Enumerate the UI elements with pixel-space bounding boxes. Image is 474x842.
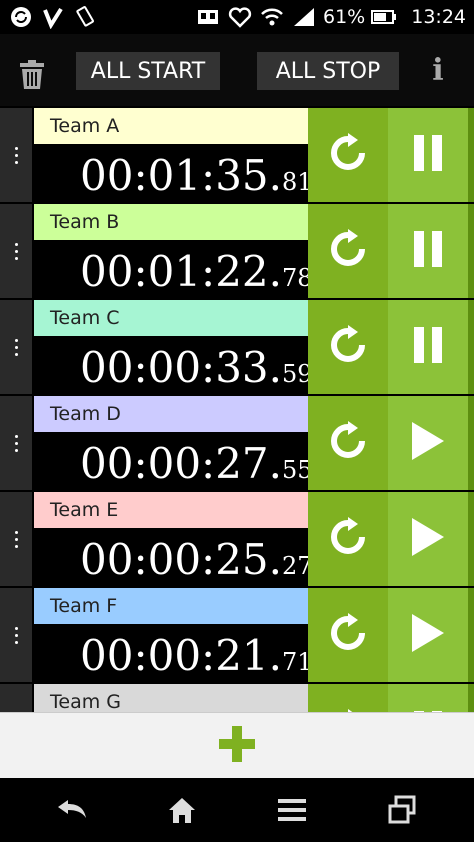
row-edge [468, 588, 474, 682]
play-button[interactable] [388, 588, 468, 682]
row-edge [468, 300, 474, 394]
reset-button[interactable] [308, 684, 388, 712]
add-icon[interactable] [217, 724, 257, 768]
reset-button[interactable] [308, 396, 388, 490]
drag-handle-icon[interactable] [0, 396, 32, 490]
heart-icon [227, 4, 253, 30]
info-icon[interactable]: i [426, 54, 450, 88]
row-edge [468, 108, 474, 202]
sync-icon [8, 4, 34, 30]
time-main: 00:01:22. [80, 247, 282, 296]
team-name[interactable]: Team B [34, 204, 308, 240]
pause-button[interactable] [388, 108, 468, 202]
timer-row: Team D 00:00:27.55 [0, 396, 474, 490]
team-name[interactable]: Team F [34, 588, 308, 624]
back-icon[interactable] [52, 792, 92, 828]
reset-button[interactable] [308, 108, 388, 202]
reset-icon [328, 517, 368, 561]
row-edge [468, 204, 474, 298]
add-team-bar[interactable] [0, 712, 474, 779]
timer-row: Team A 00:01:35.81 [0, 108, 474, 202]
pause-icon [412, 327, 444, 367]
time-main: 00:01:35. [80, 151, 282, 200]
play-icon [410, 422, 446, 464]
reset-icon [328, 133, 368, 177]
timer-row: Team G [0, 684, 474, 712]
time-main: 00:00:21. [80, 631, 282, 680]
play-icon [410, 614, 446, 656]
drag-handle-icon[interactable] [0, 588, 32, 682]
pause-button[interactable] [388, 300, 468, 394]
reset-icon [328, 325, 368, 369]
reset-icon [328, 229, 368, 273]
elapsed-time: 00:00:27.55 [80, 440, 313, 494]
battery-icon [371, 4, 397, 30]
elapsed-time: 00:00:21.71 [80, 632, 313, 686]
time-main: 00:00:27. [80, 439, 282, 488]
elapsed-time: 00:00:33.59 [80, 344, 313, 398]
pause-icon [412, 135, 444, 175]
reset-icon [328, 421, 368, 465]
recent-apps-icon[interactable] [382, 792, 422, 828]
timer-row: Team C 00:00:33.59 [0, 300, 474, 394]
time-main: 00:00:33. [80, 343, 282, 392]
drag-handle-icon[interactable] [0, 492, 32, 586]
play-button[interactable] [388, 492, 468, 586]
timer-list: Team A 00:01:35.81 Team B 00:01:22.78 Team C… [0, 108, 474, 712]
team-name[interactable]: Team C [34, 300, 308, 336]
team-name[interactable]: Team G [34, 684, 308, 712]
drag-handle-icon[interactable] [0, 684, 32, 712]
pause-icon [412, 231, 444, 271]
team-name[interactable]: Team E [34, 492, 308, 528]
drag-handle-icon[interactable] [0, 204, 32, 298]
pause-button[interactable] [388, 204, 468, 298]
phone-vibrate-icon [72, 4, 98, 30]
reset-button[interactable] [308, 300, 388, 394]
toolbar: ALL START ALL STOP i [0, 34, 474, 106]
reset-button[interactable] [308, 204, 388, 298]
wifi-icon [259, 4, 285, 30]
trash-icon[interactable] [18, 60, 46, 90]
pause-button[interactable] [388, 684, 468, 712]
status-bar: 61% 13:24 [0, 0, 474, 34]
reset-button[interactable] [308, 492, 388, 586]
elapsed-time: 00:00:25.27 [80, 536, 313, 590]
all-stop-button[interactable]: ALL STOP [257, 52, 399, 90]
timer-row: Team B 00:01:22.78 [0, 204, 474, 298]
drag-handle-icon[interactable] [0, 300, 32, 394]
timer-row: Team E 00:00:25.27 [0, 492, 474, 586]
elapsed-time: 00:01:22.78 [80, 248, 313, 302]
menu-icon[interactable] [272, 792, 312, 828]
play-button[interactable] [388, 396, 468, 490]
home-icon[interactable] [162, 792, 202, 828]
elapsed-time: 00:01:35.81 [80, 152, 313, 206]
battery-percent: 61% [323, 6, 366, 28]
play-icon [410, 518, 446, 560]
all-start-button[interactable]: ALL START [76, 52, 220, 90]
row-edge [468, 492, 474, 586]
team-name[interactable]: Team D [34, 396, 308, 432]
vine-icon [40, 4, 66, 30]
timer-row: Team F 00:00:21.71 [0, 588, 474, 682]
reset-button[interactable] [308, 588, 388, 682]
navigation-bar [0, 778, 474, 842]
screen-icon [195, 4, 221, 30]
reset-icon [328, 613, 368, 657]
row-edge [468, 396, 474, 490]
drag-handle-icon[interactable] [0, 108, 32, 202]
clock: 13:24 [411, 6, 466, 28]
time-main: 00:00:25. [80, 535, 282, 584]
row-edge [468, 684, 474, 712]
team-name[interactable]: Team A [34, 108, 308, 144]
signal-icon [291, 4, 317, 30]
